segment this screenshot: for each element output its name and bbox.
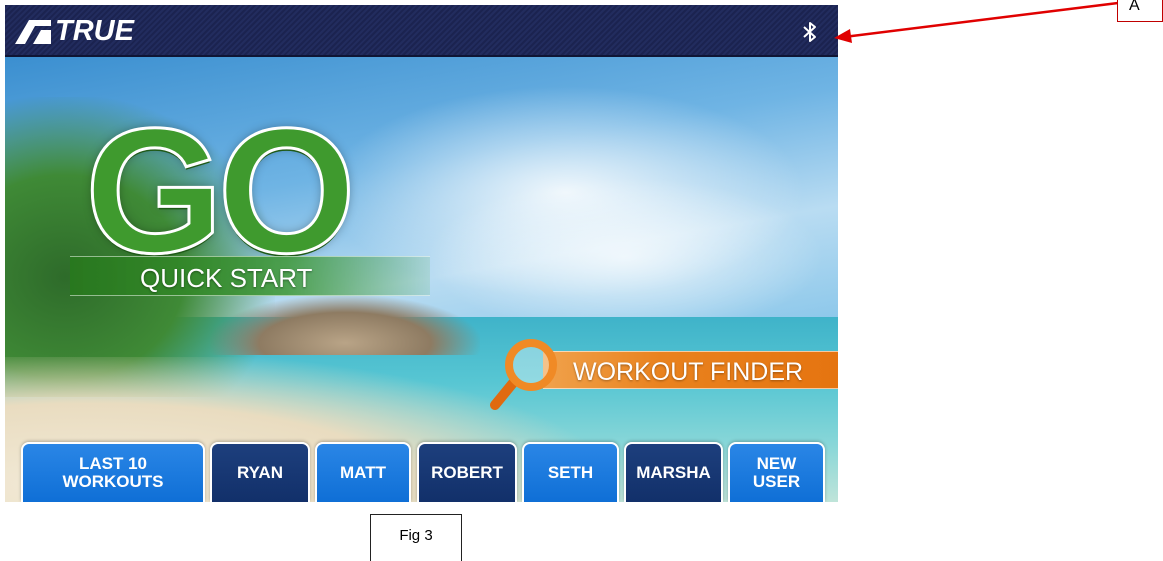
- top-bar: TRUE: [5, 5, 838, 57]
- device-screen: TRUE GO QUICK START WORKOUT FINDER LAST …: [5, 5, 838, 502]
- figure-caption: Fig 3: [399, 527, 433, 544]
- rocks: [210, 295, 480, 355]
- brand-mark-icon: [15, 20, 51, 44]
- quick-start-label: QUICK START: [140, 263, 313, 293]
- bluetooth-icon[interactable]: [801, 20, 819, 44]
- go-button[interactable]: GO: [84, 100, 358, 281]
- magnifier-icon[interactable]: [485, 333, 565, 413]
- annotation-callout: A: [1117, 0, 1163, 22]
- annotation-arrow: [834, 1, 1119, 43]
- user-button-robert[interactable]: ROBERT: [417, 442, 517, 502]
- user-button-last-10-workouts[interactable]: LAST 10 WORKOUTS: [21, 442, 205, 502]
- background-scene: GO QUICK START WORKOUT FINDER: [5, 57, 838, 502]
- brand-name: TRUE: [55, 14, 134, 47]
- workout-finder-label: WORKOUT FINDER: [573, 358, 804, 386]
- figure-caption-box: Fig 3: [370, 514, 462, 561]
- user-button-matt[interactable]: MATT: [315, 442, 411, 502]
- annotation-label: A: [1129, 0, 1140, 14]
- brand-logo: TRUE: [13, 14, 134, 47]
- user-button-new-user[interactable]: NEW USER: [728, 442, 825, 502]
- cloud: [425, 177, 825, 337]
- user-button-seth[interactable]: SETH: [522, 442, 619, 502]
- user-button-marsha[interactable]: MARSHA: [624, 442, 723, 502]
- user-button-ryan[interactable]: RYAN: [210, 442, 310, 502]
- workout-finder-button[interactable]: WORKOUT FINDER: [543, 351, 838, 389]
- quick-start-button[interactable]: QUICK START: [70, 256, 430, 296]
